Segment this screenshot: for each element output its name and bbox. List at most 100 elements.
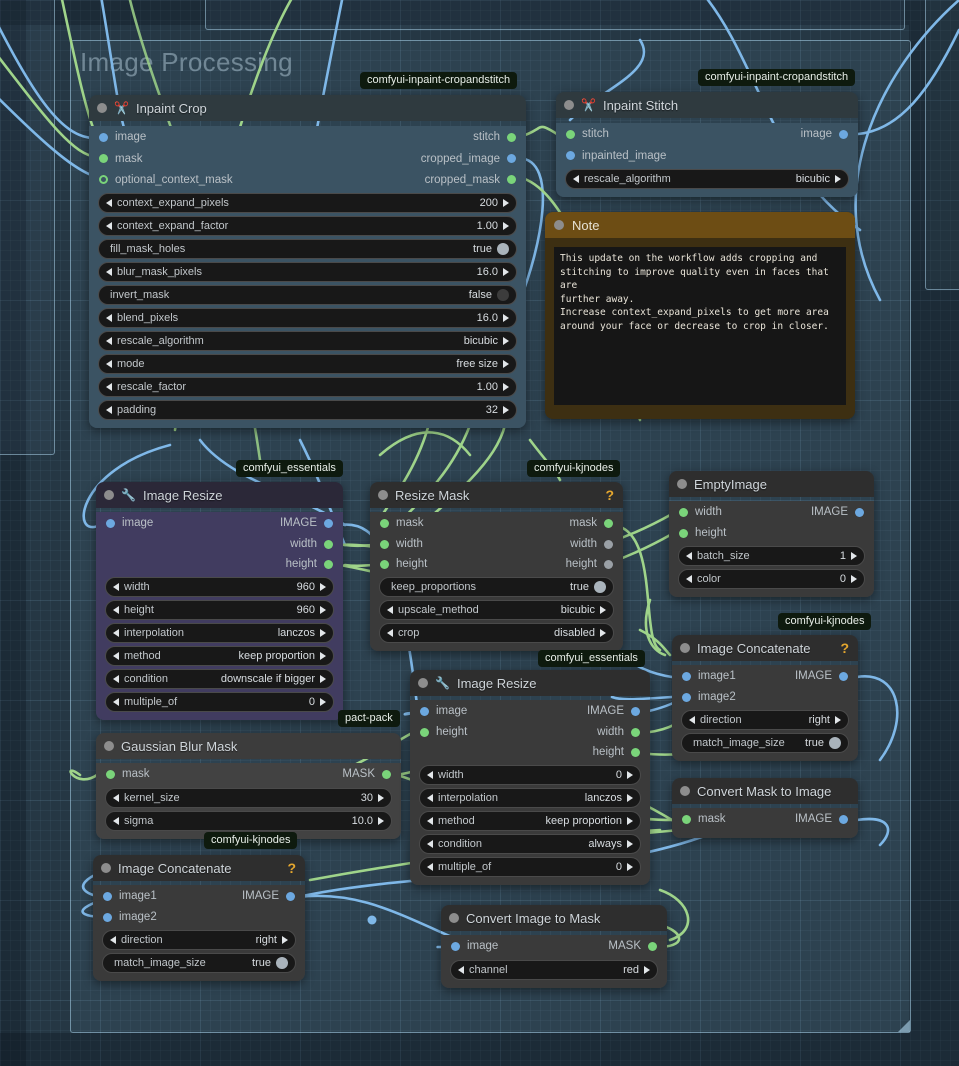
output-slot-height[interactable]: height (566, 558, 613, 570)
pin-icon[interactable] (380, 539, 389, 549)
increment-arrow-icon[interactable] (627, 771, 633, 779)
pin-icon[interactable] (99, 154, 108, 163)
increment-arrow-icon[interactable] (503, 337, 509, 345)
increment-arrow-icon[interactable] (627, 840, 633, 848)
increment-arrow-icon[interactable] (851, 575, 857, 583)
output-slot-image[interactable]: IMAGE (587, 705, 640, 717)
decrement-arrow-icon[interactable] (686, 552, 692, 560)
collapse-dot-icon[interactable] (104, 490, 114, 500)
decrement-arrow-icon[interactable] (686, 575, 692, 583)
decrement-arrow-icon[interactable] (106, 268, 112, 276)
widget-match-image-size[interactable]: match_image_size true (102, 953, 296, 973)
decrement-arrow-icon[interactable] (106, 383, 112, 391)
input-slot-height[interactable]: height (420, 726, 467, 738)
input-slot-optional-context-mask[interactable]: optional_context_mask (99, 174, 233, 186)
decrement-arrow-icon[interactable] (387, 629, 393, 637)
node-header-image-concatenate-2[interactable]: Image Concatenate ? (93, 855, 305, 881)
pin-icon[interactable] (324, 559, 333, 569)
widget-mode[interactable]: mode free size (98, 354, 517, 374)
output-slot-width[interactable]: width (570, 538, 613, 550)
input-slot-stitch[interactable]: stitch (566, 128, 609, 140)
output-slot-height[interactable]: height (286, 558, 333, 570)
output-slot-stitch[interactable]: stitch (473, 131, 516, 143)
increment-arrow-icon[interactable] (644, 966, 650, 974)
input-slot-image[interactable]: image (99, 131, 146, 143)
pin-icon[interactable] (420, 727, 429, 737)
pin-icon[interactable] (380, 518, 389, 528)
node-header-image-concatenate-1[interactable]: Image Concatenate ? (672, 635, 858, 661)
widget-sigma[interactable]: sigma 10.0 (105, 811, 392, 831)
decrement-arrow-icon[interactable] (458, 966, 464, 974)
increment-arrow-icon[interactable] (835, 716, 841, 724)
node-header-inpaint-crop[interactable]: ✂️ Inpaint Crop (89, 95, 526, 121)
increment-arrow-icon[interactable] (627, 817, 633, 825)
widget-blur-mask-pixels[interactable]: blur_mask_pixels 16.0 (98, 262, 517, 282)
increment-arrow-icon[interactable] (320, 583, 326, 591)
toggle-knob-icon[interactable] (276, 957, 288, 969)
pin-icon[interactable] (682, 692, 691, 702)
pin-icon[interactable] (839, 814, 848, 824)
increment-arrow-icon[interactable] (320, 652, 326, 660)
input-slot-width[interactable]: width (679, 506, 722, 518)
pin-icon[interactable] (99, 132, 108, 142)
increment-arrow-icon[interactable] (503, 222, 509, 230)
help-icon[interactable]: ? (840, 640, 849, 656)
widget-interpolation[interactable]: interpolation lanczos (105, 623, 334, 643)
collapse-dot-icon[interactable] (554, 220, 564, 230)
increment-arrow-icon[interactable] (503, 406, 509, 414)
widget-rescale-algorithm[interactable]: rescale_algorithm bicubic (565, 169, 849, 189)
pin-icon[interactable] (106, 769, 115, 779)
node-note[interactable]: Note This update on the workflow adds cr… (545, 212, 855, 419)
input-slot-width[interactable]: width (380, 538, 423, 550)
output-slot-width[interactable]: width (597, 726, 640, 738)
increment-arrow-icon[interactable] (320, 698, 326, 706)
node-image-concatenate-1[interactable]: Image Concatenate ? image1 IMAGE image2 … (672, 635, 858, 761)
pin-icon[interactable] (382, 769, 391, 779)
output-slot-width[interactable]: width (290, 538, 333, 550)
decrement-arrow-icon[interactable] (106, 406, 112, 414)
node-image-resize-1[interactable]: 🔧 Image Resize image IMAGE width height … (96, 482, 343, 720)
widget-batch-size[interactable]: batch_size 1 (678, 546, 865, 566)
pin-icon[interactable] (380, 559, 389, 569)
pin-icon[interactable] (507, 132, 516, 142)
node-graph-canvas[interactable]: Image Processing comfyui-inpaint-cropand… (0, 0, 959, 1066)
decrement-arrow-icon[interactable] (113, 675, 119, 683)
node-inpaint-stitch[interactable]: ✂️ Inpaint Stitch stitch image inpainted… (556, 92, 858, 197)
node-header-image-resize-2[interactable]: 🔧 Image Resize (410, 670, 650, 696)
widget-multiple-of[interactable]: multiple_of 0 (105, 692, 334, 712)
decrement-arrow-icon[interactable] (113, 817, 119, 825)
output-slot-image[interactable]: IMAGE (811, 506, 864, 518)
pin-icon[interactable] (420, 706, 429, 716)
widget-keep-proportions[interactable]: keep_proportions true (379, 577, 614, 597)
increment-arrow-icon[interactable] (503, 199, 509, 207)
decrement-arrow-icon[interactable] (427, 771, 433, 779)
decrement-arrow-icon[interactable] (110, 936, 116, 944)
widget-height[interactable]: height 960 (105, 600, 334, 620)
pin-icon[interactable] (631, 706, 640, 716)
node-convert-image-to-mask[interactable]: Convert Image to Mask image MASK channel… (441, 905, 667, 988)
pin-icon[interactable] (679, 528, 688, 538)
increment-arrow-icon[interactable] (600, 629, 606, 637)
input-slot-image[interactable]: image (420, 705, 467, 717)
input-slot-mask[interactable]: mask (380, 517, 423, 529)
widget-blend-pixels[interactable]: blend_pixels 16.0 (98, 308, 517, 328)
widget-fill-mask-holes[interactable]: fill_mask_holes true (98, 239, 517, 259)
toggle-knob-icon[interactable] (497, 289, 509, 301)
node-image-concatenate-2[interactable]: Image Concatenate ? image1 IMAGE image2 … (93, 855, 305, 981)
collapse-dot-icon[interactable] (680, 786, 690, 796)
widget-invert-mask[interactable]: invert_mask false (98, 285, 517, 305)
toggle-knob-icon[interactable] (497, 243, 509, 255)
node-gaussian-blur-mask[interactable]: Gaussian Blur Mask mask MASK kernel_size… (96, 733, 401, 839)
decrement-arrow-icon[interactable] (113, 698, 119, 706)
input-slot-image[interactable]: image (106, 517, 153, 529)
increment-arrow-icon[interactable] (600, 606, 606, 614)
increment-arrow-icon[interactable] (851, 552, 857, 560)
widget-kernel-size[interactable]: kernel_size 30 (105, 788, 392, 808)
output-slot-image[interactable]: IMAGE (280, 517, 333, 529)
collapse-dot-icon[interactable] (677, 479, 687, 489)
pin-icon[interactable] (604, 518, 613, 528)
collapse-dot-icon[interactable] (564, 100, 574, 110)
node-header-image-resize-1[interactable]: 🔧 Image Resize (96, 482, 343, 508)
pin-icon[interactable] (324, 518, 333, 528)
increment-arrow-icon[interactable] (503, 383, 509, 391)
